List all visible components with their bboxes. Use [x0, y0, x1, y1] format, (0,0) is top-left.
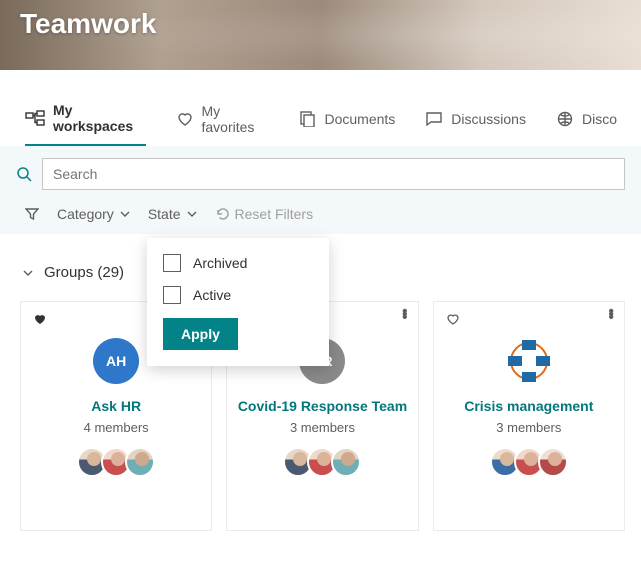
filter-icon	[25, 207, 39, 221]
avatar	[125, 447, 155, 477]
tab-label: Documents	[324, 111, 395, 127]
chevron-down-icon	[120, 209, 130, 219]
workspace-avatar: AH	[93, 338, 139, 384]
member-avatars	[227, 447, 417, 477]
state-option-archived[interactable]: Archived	[163, 254, 313, 272]
favorite-icon[interactable]	[33, 312, 47, 328]
member-avatars	[21, 447, 211, 477]
documents-icon	[298, 111, 316, 127]
avatar	[331, 447, 361, 477]
hero-banner: Teamwork	[0, 0, 641, 70]
discussions-icon	[425, 111, 443, 127]
tab-label: Discussions	[451, 111, 526, 127]
option-label: Active	[193, 287, 231, 303]
chevron-down-icon	[187, 209, 197, 219]
tab-documents[interactable]: Documents	[298, 111, 395, 137]
tab-my-favorites[interactable]: My favorites	[176, 103, 269, 145]
chevron-down-icon	[22, 267, 34, 279]
tab-bar: My workspaces My favorites Documents Dis…	[0, 70, 641, 146]
tab-discover[interactable]: Disco	[556, 111, 617, 137]
tab-discussions[interactable]: Discussions	[425, 111, 526, 137]
workspaces-icon	[25, 110, 45, 126]
card-title[interactable]: Covid-19 Response Team	[227, 398, 417, 414]
option-label: Archived	[193, 255, 247, 271]
apply-button[interactable]: Apply	[163, 318, 238, 350]
card-title[interactable]: Ask HR	[21, 398, 211, 414]
filter-label: Category	[57, 206, 114, 222]
filter-category[interactable]: Category	[57, 206, 130, 222]
card-subtitle: 3 members	[227, 420, 417, 435]
tab-label: Disco	[582, 111, 617, 127]
avatar-initials: AH	[106, 353, 126, 369]
card-title[interactable]: Crisis management	[434, 398, 624, 414]
reset-label: Reset Filters	[235, 206, 314, 222]
heart-icon	[176, 111, 194, 127]
state-option-active[interactable]: Active	[163, 286, 313, 304]
card-subtitle: 4 members	[21, 420, 211, 435]
page-title: Teamwork	[20, 8, 156, 40]
card-menu-button[interactable]: •••	[608, 310, 614, 319]
globe-icon	[556, 111, 574, 127]
search-input[interactable]	[42, 158, 625, 190]
card-subtitle: 3 members	[434, 420, 624, 435]
filter-label: State	[148, 206, 181, 222]
workspace-card[interactable]: ••• Crisis management 3 members	[433, 301, 625, 531]
tab-label: My favorites	[202, 103, 269, 135]
card-menu-button[interactable]: •••	[402, 310, 408, 319]
filter-reset[interactable]: Reset Filters	[215, 206, 314, 222]
filter-bar: Category State Reset Filters Archived Ac…	[0, 198, 641, 234]
workspace-avatar	[506, 338, 552, 384]
search-icon	[16, 166, 32, 182]
tab-my-workspaces[interactable]: My workspaces	[25, 102, 146, 146]
state-dropdown: Archived Active Apply	[147, 238, 329, 366]
favorite-icon[interactable]	[446, 312, 460, 328]
section-title: Groups (29)	[44, 264, 124, 281]
crisis-logo-icon	[506, 338, 552, 384]
reset-icon	[215, 207, 229, 221]
search-bar	[0, 146, 641, 198]
checkbox-icon[interactable]	[163, 254, 181, 272]
avatar	[538, 447, 568, 477]
filter-state[interactable]: State	[148, 206, 197, 222]
checkbox-icon[interactable]	[163, 286, 181, 304]
member-avatars	[434, 447, 624, 477]
tab-label: My workspaces	[53, 102, 146, 134]
